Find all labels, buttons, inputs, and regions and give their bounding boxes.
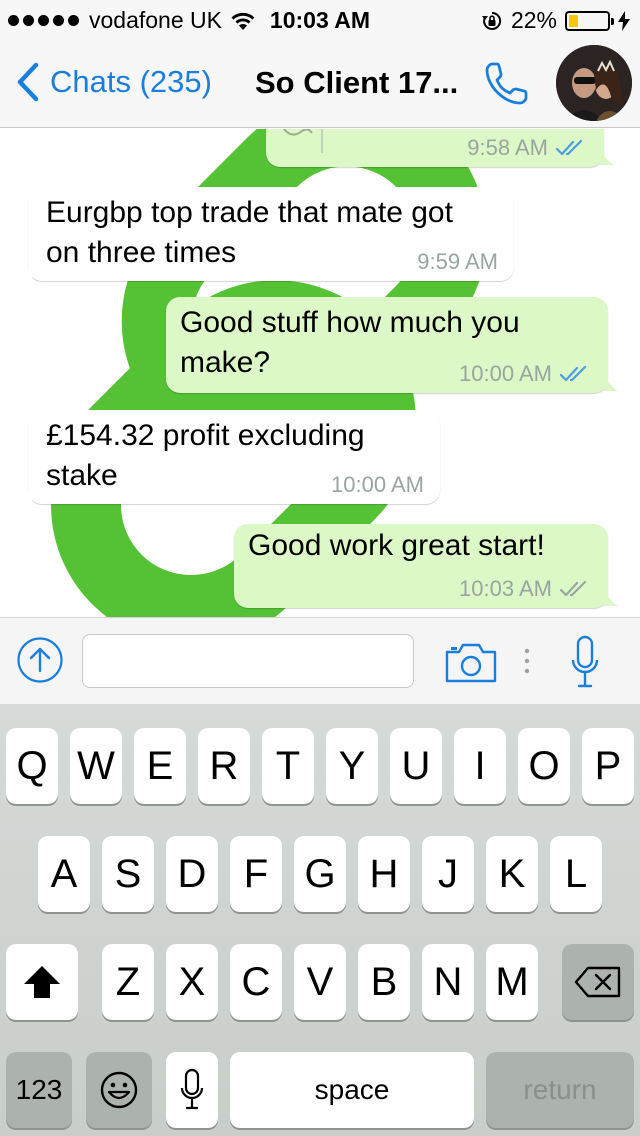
key-x[interactable]: X <box>166 944 218 1020</box>
numbers-key[interactable]: 123 <box>6 1052 72 1128</box>
contact-avatar[interactable] <box>556 45 632 121</box>
status-bar: vodafone UK 10:03 AM 22% <box>0 0 640 40</box>
shift-arrow-icon <box>24 966 60 998</box>
key-z[interactable]: Z <box>102 944 154 1020</box>
charging-bolt-icon <box>618 10 630 31</box>
key-g[interactable]: G <box>294 836 346 912</box>
key-d[interactable]: D <box>166 836 218 912</box>
back-button[interactable]: Chats (235) <box>16 62 212 102</box>
key-e[interactable]: E <box>134 728 186 804</box>
key-s[interactable]: S <box>102 836 154 912</box>
key-o[interactable]: O <box>518 728 570 804</box>
media-preview-icon <box>283 129 323 153</box>
bubble-tail <box>18 484 32 502</box>
chat-area[interactable]: 9:58 AM Eurgbp top trade that mate got o… <box>0 129 640 617</box>
message-text: Good work great start! <box>248 529 545 562</box>
dictation-key[interactable] <box>166 1052 218 1128</box>
delivered-receipt-icon <box>560 580 587 597</box>
emoji-key[interactable] <box>86 1052 152 1128</box>
chevron-left-icon <box>17 62 39 102</box>
chat-header: Chats (235) So Client 17... <box>0 40 640 128</box>
key-b[interactable]: B <box>358 944 410 1020</box>
message-bubble-outgoing[interactable]: 9:58 AM <box>266 129 614 167</box>
emoji-icon <box>100 1071 138 1109</box>
keyboard: Q W E R T Y U I O P A S D F G H J K L Z … <box>0 704 640 1136</box>
battery-percent: 22% <box>510 7 557 33</box>
key-v[interactable]: V <box>294 944 346 1020</box>
message-time: 9:58 AM <box>467 135 548 160</box>
message-time: 10:03 AM <box>459 576 552 601</box>
message-meta: 10:03 AM <box>459 576 592 602</box>
read-receipt-icon <box>560 365 587 382</box>
message-input-bar <box>0 617 640 704</box>
phone-icon[interactable] <box>482 58 532 108</box>
backspace-icon <box>574 966 621 998</box>
bubble-tail <box>600 147 614 165</box>
space-key[interactable]: space <box>230 1052 474 1128</box>
key-c[interactable]: C <box>230 944 282 1020</box>
upload-arrow-icon[interactable] <box>16 636 64 684</box>
return-key[interactable]: return <box>486 1052 634 1128</box>
key-y[interactable]: Y <box>326 728 378 804</box>
battery-icon <box>565 10 614 31</box>
bubble-tail <box>18 261 32 279</box>
key-n[interactable]: N <box>422 944 474 1020</box>
key-l[interactable]: L <box>550 836 602 912</box>
rotation-lock-icon <box>481 11 502 30</box>
key-k[interactable]: K <box>486 836 538 912</box>
contact-name[interactable]: So Client 17... <box>255 65 458 101</box>
message-bubble-outgoing[interactable]: Good stuff how much you make? 10:00 AM <box>166 297 618 393</box>
shift-key[interactable] <box>6 944 78 1020</box>
key-m[interactable]: M <box>486 944 538 1020</box>
bubble-tail <box>604 373 618 391</box>
key-a[interactable]: A <box>38 836 90 912</box>
key-j[interactable]: J <box>422 836 474 912</box>
key-q[interactable]: Q <box>6 728 58 804</box>
bubble-tail <box>604 588 618 606</box>
message-time: 10:00 AM <box>331 472 424 497</box>
key-p[interactable]: P <box>582 728 634 804</box>
message-time: 9:59 AM <box>417 249 498 274</box>
key-t[interactable]: T <box>262 728 314 804</box>
key-f[interactable]: F <box>230 836 282 912</box>
more-dots-icon <box>524 648 530 674</box>
read-receipt-icon <box>556 139 583 156</box>
message-meta: 9:59 AM <box>417 249 498 275</box>
status-right: 22% <box>481 7 630 34</box>
microphone-icon[interactable] <box>570 634 600 690</box>
key-h[interactable]: H <box>358 836 410 912</box>
key-i[interactable]: I <box>454 728 506 804</box>
message-meta: 9:58 AM <box>467 135 588 161</box>
avatar-photo <box>556 45 632 121</box>
message-bubble-incoming[interactable]: Eurgbp top trade that mate got on three … <box>18 187 514 281</box>
key-w[interactable]: W <box>70 728 122 804</box>
message-input[interactable] <box>82 634 414 688</box>
message-bubble-outgoing[interactable]: Good work great start! 10:03 AM <box>234 524 618 608</box>
microphone-icon <box>180 1068 204 1110</box>
message-time: 10:00 AM <box>459 361 552 386</box>
message-meta: 10:00 AM <box>459 361 592 387</box>
message-meta: 10:00 AM <box>331 472 424 498</box>
key-u[interactable]: U <box>390 728 442 804</box>
key-r[interactable]: R <box>198 728 250 804</box>
backspace-key[interactable] <box>562 944 634 1020</box>
camera-icon[interactable] <box>444 638 498 686</box>
message-bubble-incoming[interactable]: £154.32 profit excluding stake 10:00 AM <box>18 410 440 504</box>
back-label: Chats (235) <box>50 64 212 99</box>
